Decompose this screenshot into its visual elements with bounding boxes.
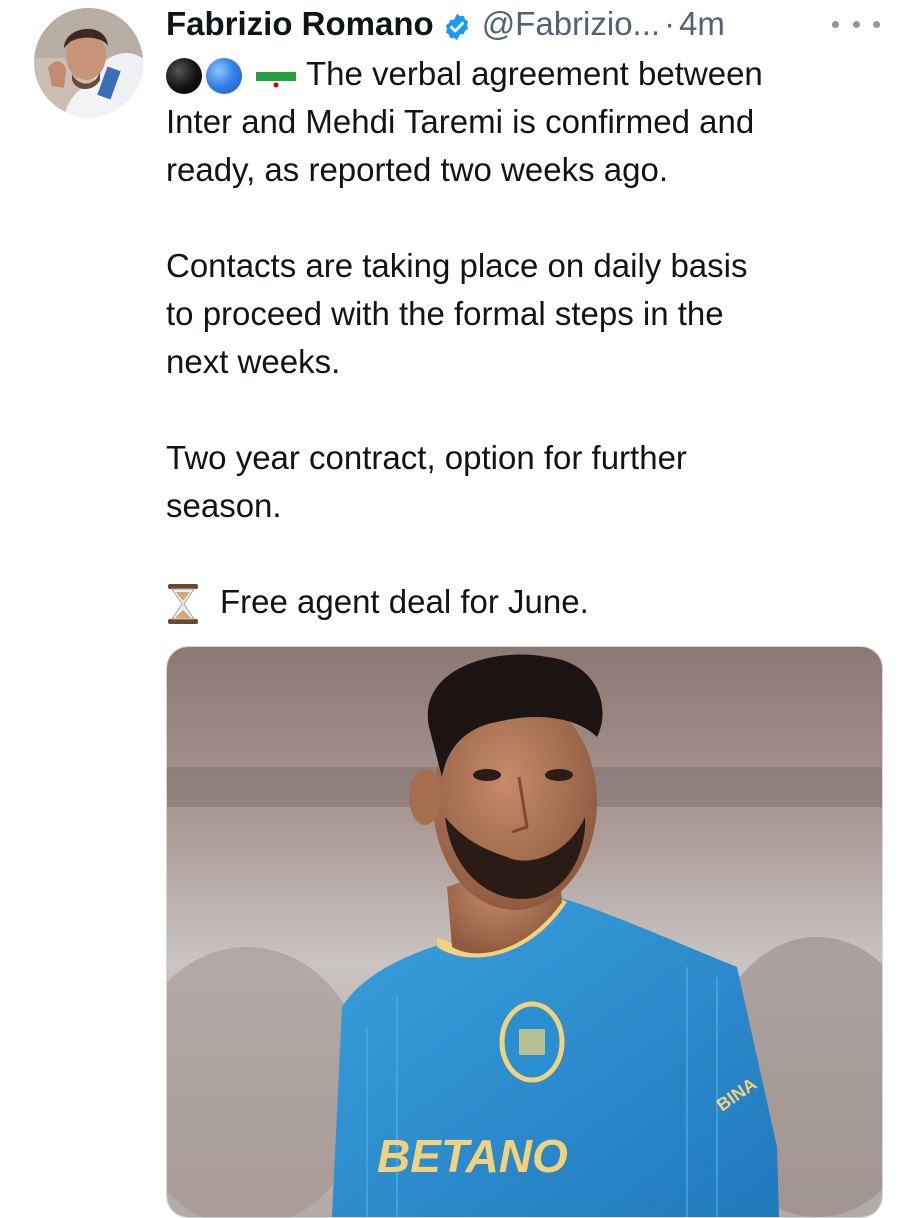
tweet[interactable]: Fabrizio Romano @Fabrizio... · 4m The ve… bbox=[0, 0, 916, 1218]
tweet-line: Contacts are taking place on daily basis bbox=[166, 247, 748, 284]
tweet-line: Free agent deal for June. bbox=[166, 578, 886, 626]
hourglass-icon bbox=[166, 580, 200, 628]
jersey-sponsor: BETANO bbox=[377, 1130, 568, 1182]
timestamp[interactable]: 4m bbox=[679, 2, 725, 46]
player-photo: BETANO BINA bbox=[167, 647, 882, 1217]
black-circle-icon bbox=[166, 58, 202, 95]
avatar[interactable] bbox=[34, 8, 143, 117]
iran-flag-icon bbox=[256, 63, 296, 90]
tweet-text: The verbal agreement between Inter and M… bbox=[166, 50, 886, 626]
tweet-line: next weeks. bbox=[166, 343, 341, 380]
separator-dot: · bbox=[664, 5, 676, 42]
tweet-line: Two year contract, option for further bbox=[166, 439, 687, 476]
avatar-image bbox=[34, 8, 143, 117]
tweet-line: Inter and Mehdi Taremi is confirmed and bbox=[166, 103, 755, 140]
tweet-line: ready, as reported two weeks ago. bbox=[166, 151, 668, 188]
author-name[interactable]: Fabrizio Romano bbox=[166, 2, 434, 46]
tweet-header: Fabrizio Romano @Fabrizio... · 4m bbox=[166, 2, 725, 46]
emoji-group bbox=[166, 58, 296, 95]
blue-circle-icon bbox=[206, 58, 242, 95]
tweet-line: to proceed with the formal steps in the bbox=[166, 295, 724, 332]
tweet-media-photo[interactable]: BETANO BINA bbox=[166, 646, 883, 1218]
tweet-line: The verbal agreement between bbox=[166, 50, 886, 98]
tweet-line: season. bbox=[166, 487, 282, 524]
more-options-icon[interactable] bbox=[832, 12, 880, 36]
author-handle[interactable]: @Fabrizio... bbox=[482, 2, 660, 46]
verified-badge-icon bbox=[442, 9, 472, 41]
